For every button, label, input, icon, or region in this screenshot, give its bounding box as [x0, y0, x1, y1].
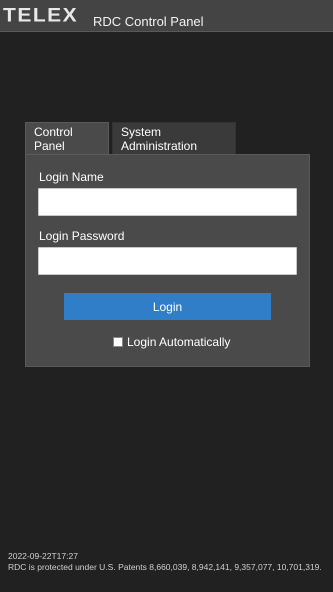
logo-text: TELEX — [3, 4, 79, 26]
login-button[interactable]: Login — [64, 293, 271, 320]
patent-notice: RDC is protected under U.S. Patents 8,66… — [8, 562, 322, 572]
tab-bar: Control Panel System Administration — [25, 122, 236, 155]
login-panel: Login Name Login Password Login Login Au… — [25, 154, 310, 367]
tab-system-administration[interactable]: System Administration — [112, 122, 236, 155]
footer: 2022-09-22T17:27 RDC is protected under … — [8, 551, 326, 573]
login-name-label: Login Name — [39, 170, 104, 184]
login-password-label: Login Password — [39, 229, 125, 243]
login-password-input[interactable] — [38, 247, 297, 275]
login-name-input[interactable] — [38, 188, 297, 216]
telex-logo: TELEX — [3, 5, 78, 25]
app-header: TELEX RDC Control Panel — [0, 0, 333, 32]
app-title: RDC Control Panel — [93, 14, 204, 29]
login-automatically-label: Login Automatically — [127, 335, 231, 349]
footer-timestamp: 2022-09-22T17:27 — [8, 551, 78, 561]
login-automatically-checkbox[interactable] — [113, 337, 123, 347]
login-automatically-option[interactable]: Login Automatically — [113, 336, 230, 348]
tab-control-panel[interactable]: Control Panel — [25, 122, 109, 155]
